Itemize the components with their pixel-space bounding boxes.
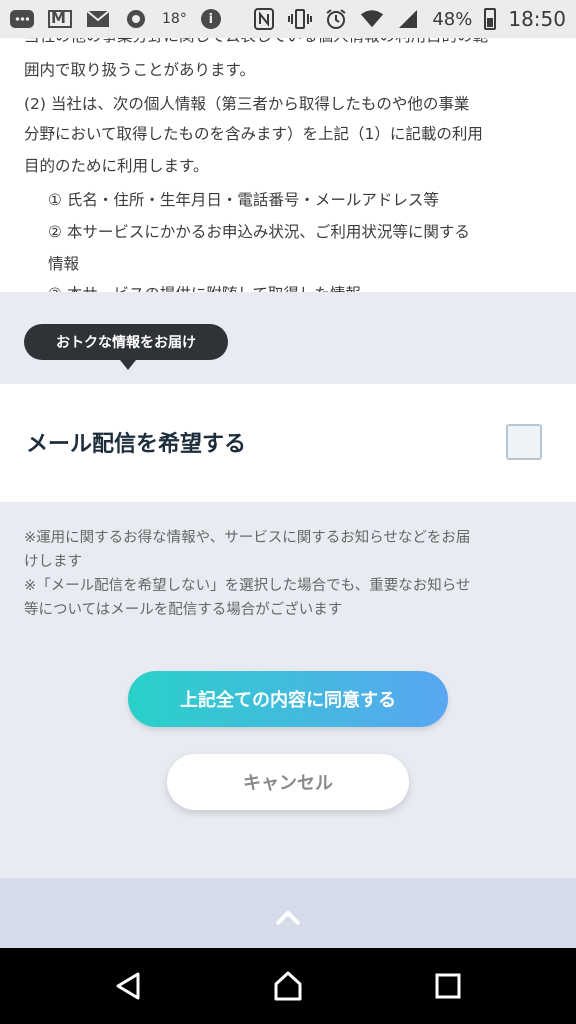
temperature-text: 18° xyxy=(162,11,187,27)
chat-icon xyxy=(10,9,34,29)
nfc-icon xyxy=(252,8,276,30)
signal-icon xyxy=(396,9,420,29)
gmail-icon xyxy=(48,9,72,29)
promo-tooltip: おトクな情報をお届け xyxy=(24,324,228,370)
android-nav-bar xyxy=(0,948,576,1024)
mail-notes: ※運用に関するお得な情報や、サービスに関するお知らせなどをお届 けします ※「メ… xyxy=(24,526,552,622)
status-bar: 18° i 48% 18:50 xyxy=(0,0,576,38)
policy-list-item: ② 本サービスにかかるお申込み状況、ご利用状況等に関する xyxy=(48,223,470,241)
policy-line: 囲内で取り扱うことがあります。 xyxy=(24,61,255,79)
home-icon[interactable] xyxy=(272,970,304,1002)
battery-icon xyxy=(484,8,497,30)
policy-line: (2) 当社は、次の個人情報（第三者から取得したものや他の事業 xyxy=(24,95,470,113)
vibrate-icon xyxy=(288,9,313,29)
policy-line: 当社の他の事業分野に関して公表している個人情報の利用目的の範 xyxy=(24,38,556,52)
mail-optin-label: メール配信を希望する xyxy=(26,432,247,457)
note-line: ※「メール配信を希望しない」を選択した場合でも、重要なお知らせ xyxy=(24,578,471,594)
mail-optin-checkbox[interactable] xyxy=(506,424,542,460)
info-icon: i xyxy=(200,9,221,29)
agree-all-button[interactable]: 上記全ての内容に同意する xyxy=(128,671,448,727)
mail-icon xyxy=(86,9,110,29)
back-icon[interactable] xyxy=(112,970,144,1002)
footer-bar xyxy=(0,878,576,948)
clock: 18:50 xyxy=(508,7,566,31)
recent-apps-icon[interactable] xyxy=(432,970,464,1002)
mail-optin-row[interactable]: メール配信を希望する xyxy=(0,384,576,502)
policy-line: 分野において取得したものを含みます）を上記（1）に記載の利用 xyxy=(24,125,483,143)
weather-icon xyxy=(124,9,148,29)
note-line: けします xyxy=(24,554,82,570)
wifi-icon xyxy=(360,9,384,29)
policy-line: 目的のために利用します。 xyxy=(24,157,209,175)
note-line: 等についてはメールを配信する場合がございます xyxy=(24,602,343,618)
policy-list-item: ③ 本サービスの提供に附随して取得した情報 xyxy=(24,278,556,292)
cancel-button[interactable]: キャンセル xyxy=(167,754,409,810)
battery-percent: 48% xyxy=(432,8,473,30)
policy-list-item: ① 氏名・住所・生年月日・電話番号・メールアドレス等 xyxy=(48,191,439,209)
note-line: ※運用に関するお得な情報や、サービスに関するお知らせなどをお届 xyxy=(24,530,471,546)
scroll-top-icon[interactable] xyxy=(274,904,302,932)
policy-text-area[interactable]: 当社の他の事業分野に関して公表している個人情報の利用目的の範 囲内で取り扱うこと… xyxy=(0,38,576,292)
alarm-icon xyxy=(324,9,348,29)
policy-list-item: 情報 xyxy=(48,255,80,273)
